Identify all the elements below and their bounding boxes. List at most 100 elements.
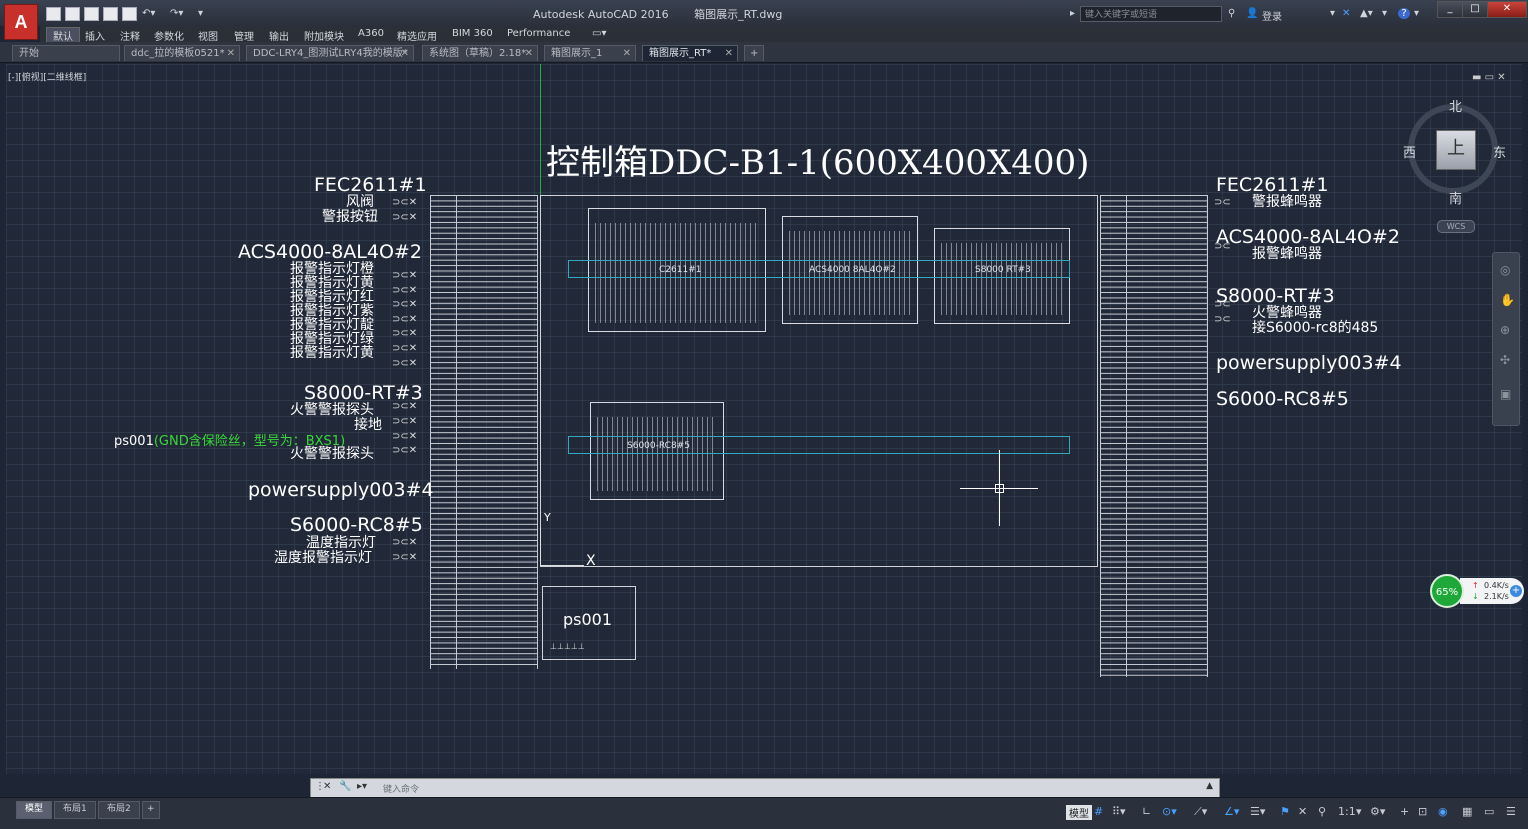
plot-icon[interactable] xyxy=(122,7,137,21)
command-history-toggle-icon[interactable]: ▲ xyxy=(1206,781,1213,791)
open-file-icon[interactable] xyxy=(65,7,80,21)
steering-wheel-icon[interactable]: ◎ xyxy=(1500,263,1510,277)
clean-screen-icon[interactable]: ▭ xyxy=(1484,805,1494,818)
undo-icon[interactable]: ↶▾ xyxy=(142,8,155,19)
customization-icon[interactable]: ☰ xyxy=(1506,805,1516,818)
add-layout-button[interactable]: + xyxy=(142,801,160,819)
file-tab-active[interactable]: 箱图展示_RT* ✕ xyxy=(642,45,738,61)
left-acs-item: 报警指示灯红 xyxy=(290,289,374,305)
snap-icon[interactable]: ⠿▾ xyxy=(1112,805,1126,818)
grid-icon[interactable]: # xyxy=(1094,805,1103,818)
ribbon-tab-view[interactable]: 视图 xyxy=(198,28,218,43)
ribbon-tab-bim360[interactable]: BIM 360 xyxy=(452,28,493,39)
ribbon-tab-addins[interactable]: 附加模块 xyxy=(304,28,344,43)
new-file-icon[interactable] xyxy=(46,7,61,21)
ribbon-tab-output[interactable]: 输出 xyxy=(269,28,289,43)
annotation-visibility-icon[interactable]: ⚑ xyxy=(1280,805,1290,818)
drawing-canvas[interactable]: [-][俯视][二维线框] ▬ ▭ ✕ 控制箱DDC-B1-1(600X400X… xyxy=(6,64,1522,774)
hardware-acceleration-icon[interactable]: ▦ xyxy=(1462,805,1472,818)
close-tab-icon[interactable]: ✕ xyxy=(227,46,235,61)
ribbon-tab-featured-apps[interactable]: 精选应用 xyxy=(397,28,437,43)
layout-tab-layout1[interactable]: 布局1 xyxy=(54,801,96,819)
ribbon-tab-manage[interactable]: 管理 xyxy=(234,28,254,43)
autocad-logo-icon[interactable]: A xyxy=(4,4,38,40)
left-powersupply-title: powersupply003#4 xyxy=(248,479,434,501)
save-icon[interactable] xyxy=(84,7,99,21)
isolate-objects-icon[interactable]: ◉ xyxy=(1438,805,1448,818)
object-snap-icon[interactable]: ∠▾ xyxy=(1224,805,1239,818)
pan-icon[interactable]: ✋ xyxy=(1500,293,1515,307)
expand-arrow-icon[interactable]: ▸ xyxy=(1070,8,1075,19)
ribbon-tab-a360[interactable]: A360 xyxy=(358,28,384,39)
wcs-menu[interactable]: WCS xyxy=(1437,220,1475,233)
command-close-icon[interactable]: ✕ xyxy=(323,781,331,792)
command-line[interactable]: ⋮ ✕ 🔧 ▸▾ 键入命令 ▲ xyxy=(310,778,1220,798)
lineweight-icon[interactable]: ☰▾ xyxy=(1250,805,1265,818)
annotation-scale-icon[interactable]: ⚲ xyxy=(1318,805,1326,818)
plus-icon[interactable]: + xyxy=(1510,585,1522,597)
quick-access-dropdown-icon[interactable]: ▾ xyxy=(198,8,203,19)
annotation-scale-dropdown-icon[interactable]: ▾ xyxy=(1356,805,1362,818)
viewcube-west[interactable]: 西 xyxy=(1403,142,1416,161)
layout-tab-model[interactable]: 模型 xyxy=(16,801,53,819)
zoom-extents-icon[interactable]: ⊕ xyxy=(1500,323,1510,337)
viewcube-south[interactable]: 南 xyxy=(1449,188,1462,207)
command-input[interactable]: 键入命令 xyxy=(383,782,419,795)
help-icon[interactable]: ? xyxy=(1398,8,1410,19)
wrench-icon[interactable]: 🔧 xyxy=(339,781,351,792)
save-as-icon[interactable] xyxy=(103,7,118,21)
viewcube-top-face[interactable]: 上 xyxy=(1436,130,1476,170)
exchange-icon[interactable]: ✕ xyxy=(1342,8,1350,19)
annotation-monitor-icon[interactable]: + xyxy=(1400,805,1409,818)
viewport-window-controls[interactable]: ▬ ▭ ✕ xyxy=(1472,72,1506,83)
stay-connected-icon[interactable]: ▾ xyxy=(1382,8,1387,19)
recent-commands-icon[interactable]: ▸▾ xyxy=(357,781,367,792)
right-fec-item: 警报蜂鸣器 xyxy=(1252,194,1322,210)
left-s6000-item: 湿度报警指示灯 xyxy=(274,550,372,566)
ortho-icon[interactable]: ∟ xyxy=(1142,805,1151,818)
ribbon-tab-bar: 默认 插入 注释 参数化 视图 管理 输出 附加模块 A360 精选应用 BIM… xyxy=(40,26,1528,44)
redo-icon[interactable]: ↷▾ xyxy=(170,8,183,19)
layout-tab-layout2[interactable]: 布局2 xyxy=(98,801,140,819)
close-tab-icon[interactable]: ✕ xyxy=(623,46,631,61)
file-tab[interactable]: ddc_拉的模板0521* ✕ xyxy=(124,45,240,61)
close-tab-icon[interactable]: ✕ xyxy=(725,46,733,61)
ribbon-tab-insert[interactable]: 插入 xyxy=(85,28,105,43)
model-space-toggle[interactable]: 模型 xyxy=(1066,805,1092,820)
orbit-icon[interactable]: ✣ xyxy=(1500,353,1510,367)
annotation-scale-value[interactable]: 1:1 xyxy=(1338,805,1356,818)
ribbon-tab-performance[interactable]: Performance xyxy=(507,28,570,39)
network-speed-widget[interactable]: ↑ 0.4K/s ↓ 2.1K/s + 65% xyxy=(1430,574,1528,610)
ribbon-options-icon[interactable]: ▭▾ xyxy=(592,28,606,39)
help-dropdown-icon[interactable]: ▾ xyxy=(1414,8,1419,19)
ribbon-tab-parametric[interactable]: 参数化 xyxy=(154,28,184,43)
sign-in-dropdown-icon[interactable]: ▾ xyxy=(1330,8,1335,19)
polar-icon[interactable]: ⊙▾ xyxy=(1162,805,1177,818)
user-icon[interactable]: 👤 xyxy=(1246,8,1258,19)
ribbon-tab-annotate[interactable]: 注释 xyxy=(120,28,140,43)
workspace-gear-icon[interactable]: ⚙▾ xyxy=(1370,805,1385,818)
viewcube-north[interactable]: 北 xyxy=(1449,96,1462,115)
file-tab[interactable]: 箱图展示_1 ✕ xyxy=(544,45,636,61)
file-tab[interactable]: 系统图（草稿）2.18* ✕ xyxy=(422,45,538,61)
viewport-controls[interactable]: [-][俯视][二维线框] xyxy=(8,70,86,83)
isodraft-icon[interactable]: ⟋▾ xyxy=(1194,805,1207,819)
search-input[interactable]: 键入关键字或短语 xyxy=(1080,6,1222,22)
ucs-y-arrow xyxy=(540,528,541,566)
left-s8000-item: 火警警报探头 xyxy=(290,402,374,418)
file-tab-start[interactable]: 开始 xyxy=(12,45,120,61)
close-tab-icon[interactable]: ✕ xyxy=(401,46,409,61)
binoculars-icon[interactable]: ⚲ xyxy=(1228,8,1235,19)
close-button[interactable]: ✕ xyxy=(1487,1,1527,18)
a360-icon[interactable]: ▲▾ xyxy=(1360,8,1373,19)
showmotion-icon[interactable]: ▣ xyxy=(1500,387,1511,401)
close-tab-icon[interactable]: ✕ xyxy=(525,46,533,61)
units-icon[interactable]: ⊡ xyxy=(1418,805,1427,818)
minimize-button[interactable]: _ xyxy=(1437,1,1463,18)
file-tab[interactable]: DDC-LRY4_图测试LRY4我的模版* ✕ xyxy=(246,45,414,61)
maximize-button[interactable]: □ xyxy=(1462,1,1488,18)
new-tab-button[interactable]: + xyxy=(744,45,764,61)
auto-scale-icon[interactable]: ✕ xyxy=(1298,805,1307,818)
viewcube-east[interactable]: 东 xyxy=(1493,142,1506,161)
sign-in-link[interactable]: 登录 xyxy=(1262,8,1282,23)
